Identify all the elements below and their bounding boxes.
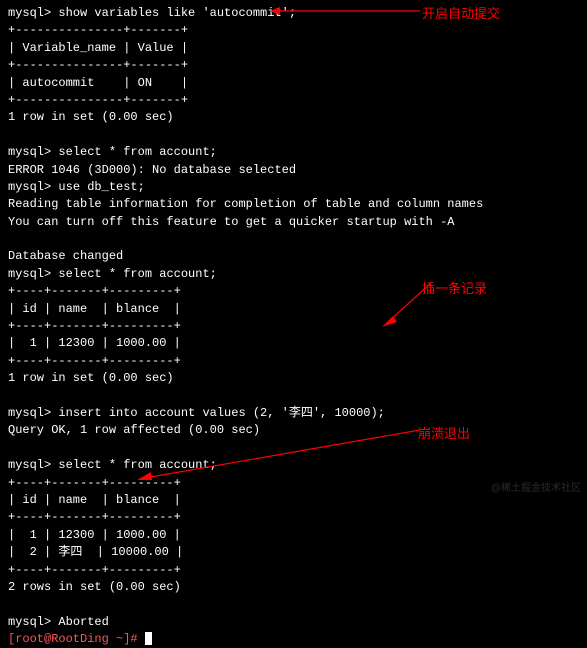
mysql-prompt: mysql> (8, 406, 51, 420)
table1-border: +---------------+-------+ (8, 93, 188, 107)
table1-border: +---------------+-------+ (8, 58, 188, 72)
msg-aborted: Aborted (58, 615, 108, 629)
cmd-select-account: select * from account; (58, 145, 216, 159)
table1-header: | Variable_name | Value | (8, 41, 188, 55)
cmd-select-account: select * from account; (58, 458, 216, 472)
table3-border: +----+-------+---------+ (8, 563, 181, 577)
mysql-prompt: mysql> (8, 458, 51, 472)
table1-summary: 1 row in set (0.00 sec) (8, 110, 174, 124)
table3-row1: | 1 | 12300 | 1000.00 | (8, 528, 181, 542)
cmd-select-account: select * from account; (58, 267, 216, 281)
table3-border: +----+-------+---------+ (8, 476, 181, 490)
msg-db-changed: Database changed (8, 249, 123, 263)
annotation-autocommit: 开启自动提交 (422, 5, 500, 24)
table2-border: +----+-------+---------+ (8, 284, 181, 298)
table3-summary: 2 rows in set (0.00 sec) (8, 580, 181, 594)
cursor-icon (145, 632, 152, 645)
annotation-crash: 崩溃退出 (418, 425, 470, 444)
table2-border: +----+-------+---------+ (8, 354, 181, 368)
msg-query-ok: Query OK, 1 row affected (0.00 sec) (8, 423, 260, 437)
mysql-prompt: mysql> (8, 615, 51, 629)
error-no-db: ERROR 1046 (3D000): No database selected (8, 163, 296, 177)
table1-border: +---------------+-------+ (8, 23, 188, 37)
table2-row1: | 1 | 12300 | 1000.00 | (8, 336, 181, 350)
cmd-use-db: use db_test; (58, 180, 144, 194)
table3-row2: | 2 | 李四 | 10000.00 | (8, 545, 183, 559)
watermark: @稀土掘金技术社区 (491, 482, 581, 497)
mysql-prompt: mysql> (8, 180, 51, 194)
cmd-insert: insert into account values (2, '李四', 100… (58, 406, 384, 420)
mysql-prompt: mysql> (8, 6, 51, 20)
terminal-output: mysql> show variables like 'autocommit';… (8, 5, 579, 648)
mysql-prompt: mysql> (8, 267, 51, 281)
shell-prompt[interactable]: [root@RootDing ~]# (8, 632, 138, 646)
table2-header: | id | name | blance | (8, 302, 181, 316)
cmd-show-variables: show variables like 'autocommit'; (58, 6, 296, 20)
annotation-insert: 插一条记录 (422, 280, 487, 299)
table2-summary: 1 row in set (0.00 sec) (8, 371, 174, 385)
table2-border: +----+-------+---------+ (8, 319, 181, 333)
msg-reading-table: Reading table information for completion… (8, 197, 483, 211)
mysql-prompt: mysql> (8, 145, 51, 159)
msg-turn-off: You can turn off this feature to get a q… (8, 215, 454, 229)
table3-border: +----+-------+---------+ (8, 510, 181, 524)
table1-row: | autocommit | ON | (8, 76, 188, 90)
